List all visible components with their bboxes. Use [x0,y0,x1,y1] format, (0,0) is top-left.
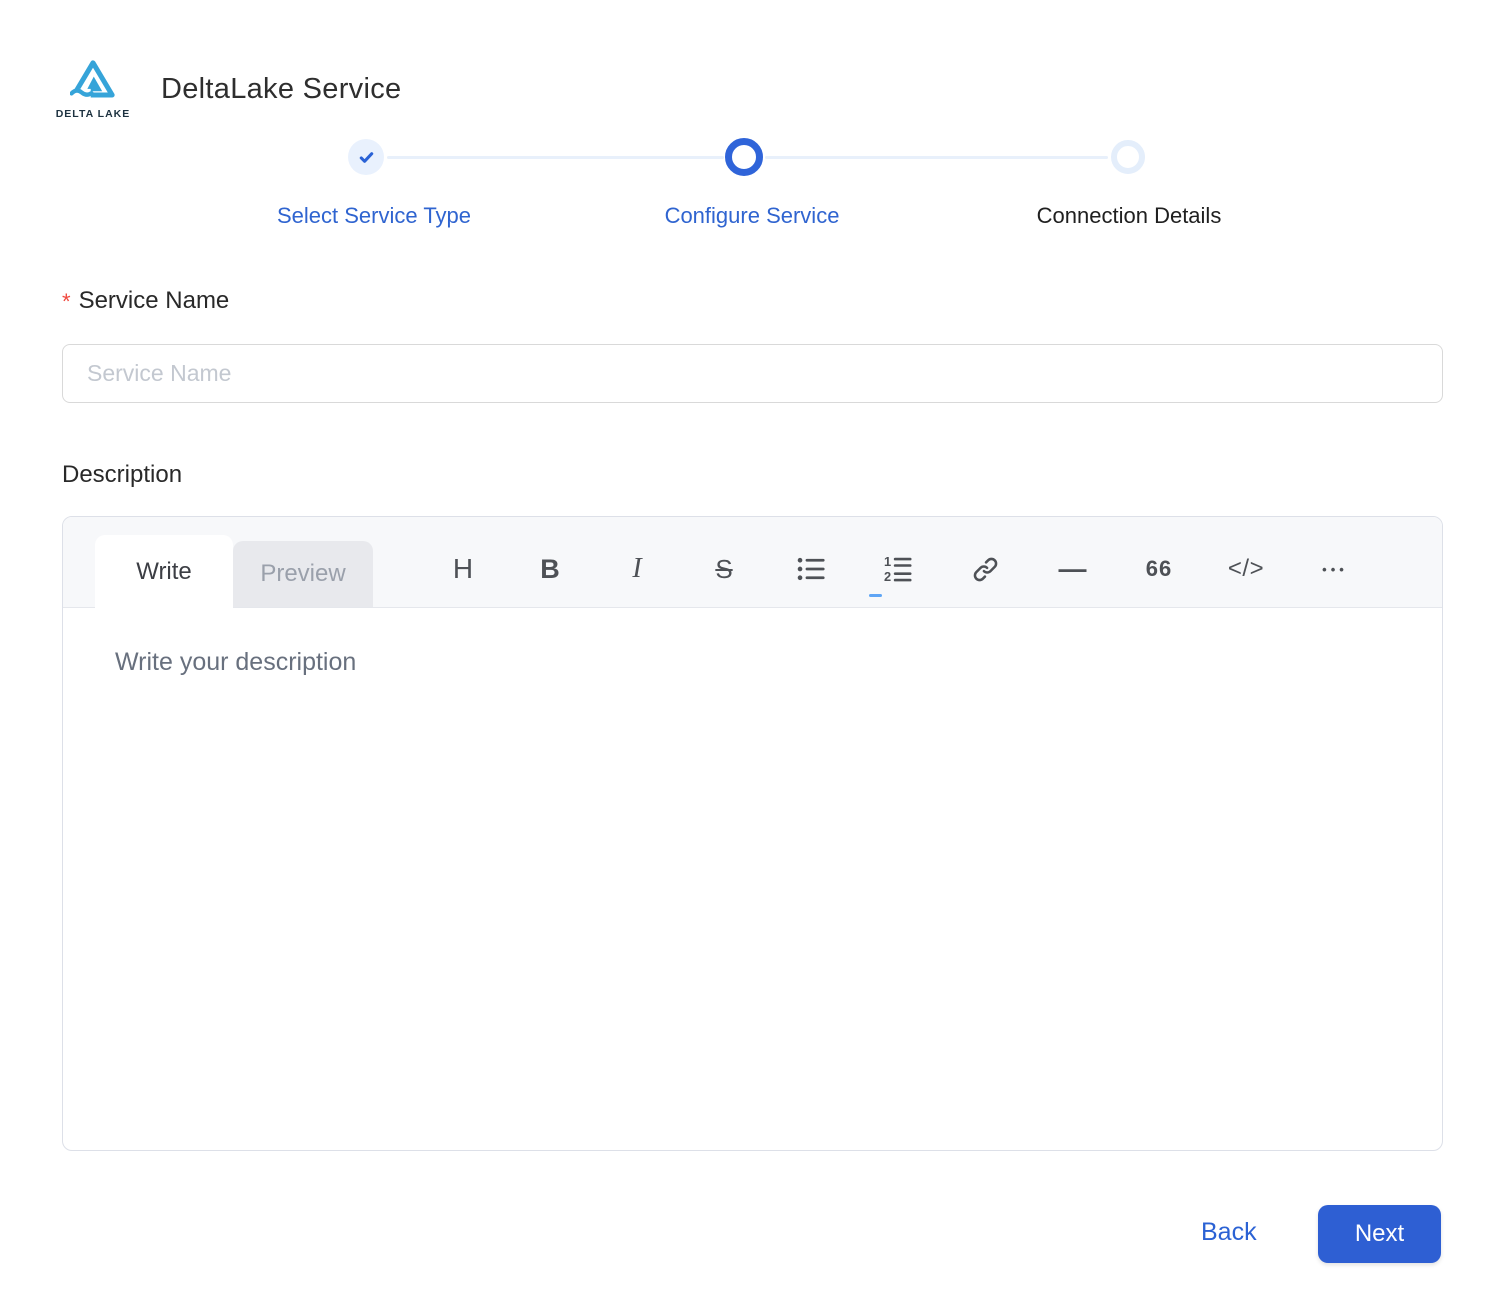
tab-write[interactable]: Write [95,535,233,608]
check-icon [357,148,376,167]
editor-header: Write Preview H B I S [63,517,1442,608]
bold-icon[interactable]: B [534,554,566,585]
wizard-stepper: Select Service Type Configure Service Co… [0,0,1506,240]
description-editor: Write Preview H B I S [62,516,1443,1151]
italic-icon[interactable]: I [621,553,653,585]
step-configure-service-indicator [725,138,763,176]
tab-preview[interactable]: Preview [233,541,373,607]
service-name-label-text: Service Name [79,287,230,315]
svg-text:1: 1 [884,556,891,569]
horizontal-rule-icon[interactable]: — [1056,553,1088,585]
step-connection-details-indicator [1111,140,1145,174]
description-label-text: Description [62,461,182,489]
unordered-list-icon[interactable] [795,556,827,582]
ordered-list-icon[interactable]: 1 2 [882,556,914,582]
step-select-service-type-indicator [348,139,384,175]
strikethrough-icon[interactable]: S [708,554,740,585]
step-label-select-service-type: Select Service Type [277,203,471,229]
svg-text:2: 2 [884,569,891,582]
step-label-connection-details: Connection Details [1037,203,1222,229]
step-label-configure-service: Configure Service [665,203,840,229]
description-label: Description [62,461,182,489]
service-name-label: * Service Name [62,287,229,315]
service-name-input[interactable] [62,344,1443,403]
description-textarea[interactable] [63,608,1442,1151]
next-button[interactable]: Next [1318,1205,1441,1263]
heading-icon[interactable]: H [447,553,479,585]
quote-icon[interactable]: 66 [1143,556,1175,582]
back-button[interactable]: Back [1201,1218,1257,1247]
ordered-list-indicator [869,594,882,597]
editor-body [63,608,1442,1151]
required-asterisk: * [62,287,71,315]
editor-tabs: Write Preview [95,517,373,607]
code-icon[interactable]: </> [1230,555,1262,583]
more-icon[interactable]: ••• [1317,562,1349,577]
link-icon[interactable] [969,556,1001,583]
configure-service-page: DELTA LAKE DeltaLake Service Select Serv… [0,0,1506,1316]
stepper-connector-1 [387,156,724,159]
editor-toolbar: H B I S 1 2 [447,517,1349,607]
stepper-connector-2 [765,156,1108,159]
